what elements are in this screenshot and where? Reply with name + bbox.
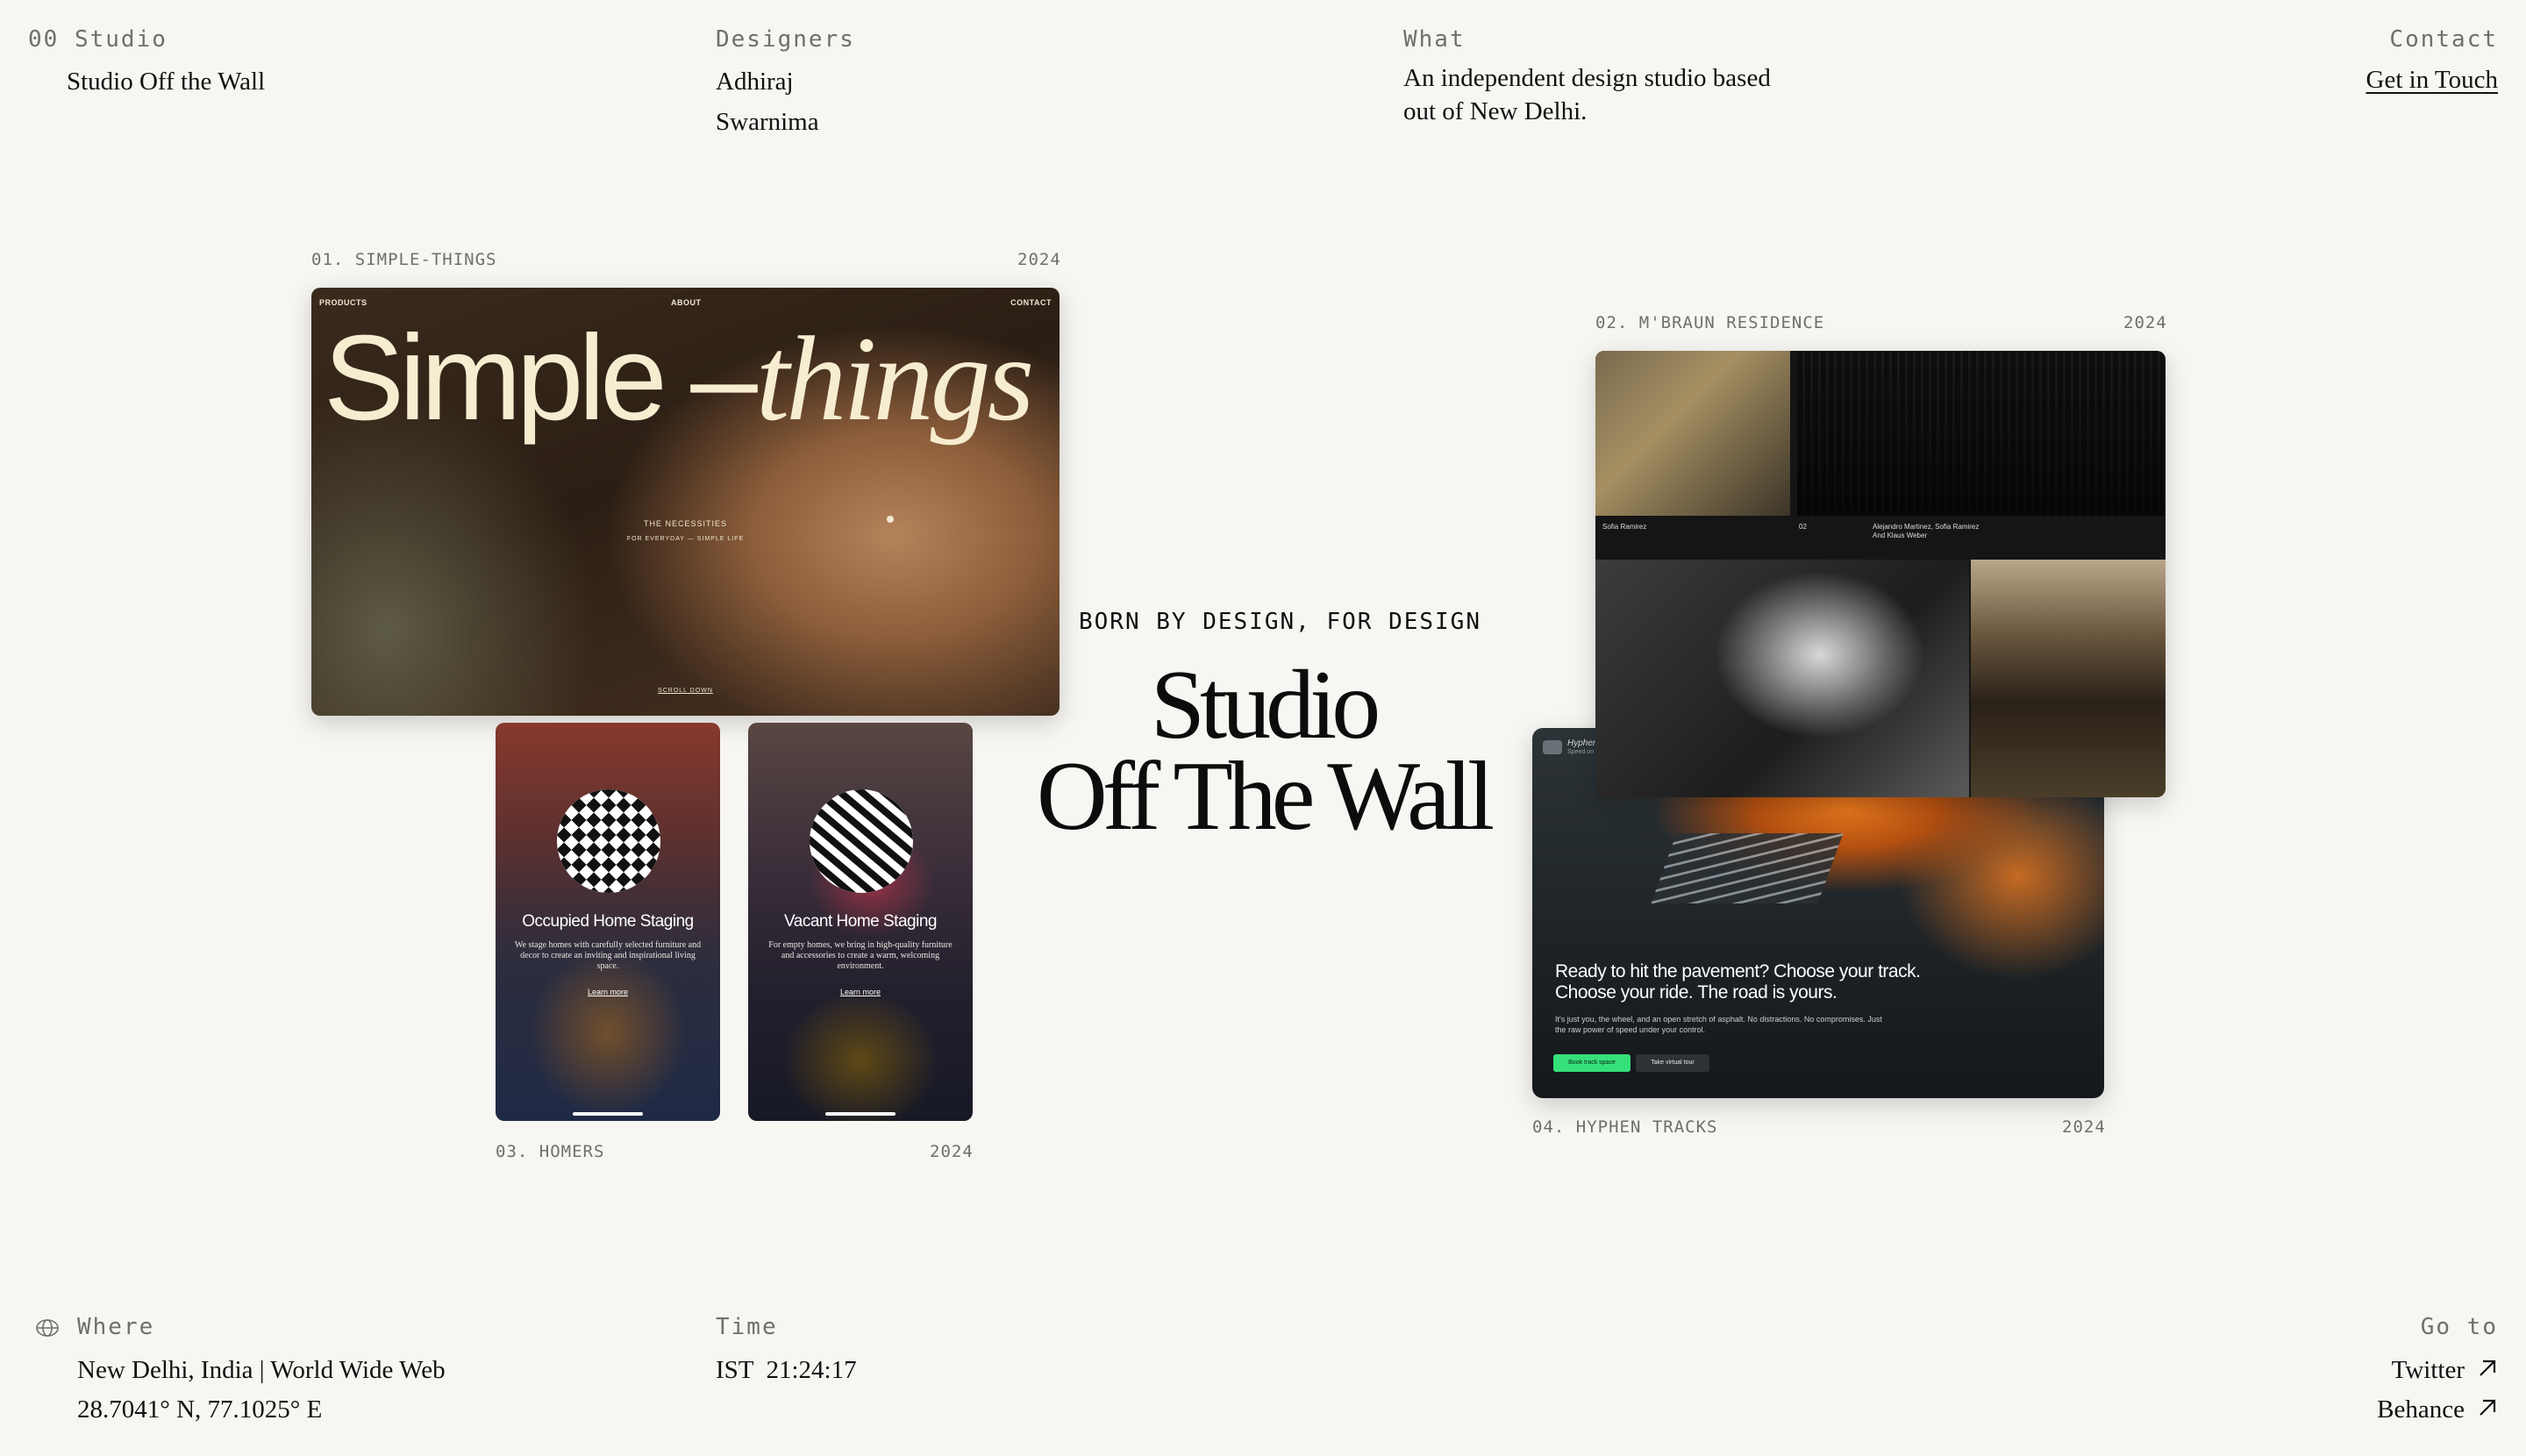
brand-name: Hyphen [1567, 739, 1598, 748]
arrow-up-right-icon [2477, 1397, 2498, 1423]
car-vent-detail [1651, 833, 1844, 903]
photo-hallway [1595, 351, 1790, 516]
where-line-1: New Delhi, India | World Wide Web [77, 1356, 446, 1384]
designer-name: Adhiraj [716, 68, 794, 96]
credit: And Klaus Weber [1873, 532, 1928, 539]
title-simple: Simple – [324, 310, 758, 446]
home-indicator [573, 1112, 643, 1116]
tag-line: FOR EVERYDAY — SIMPLE LIFE [626, 536, 745, 542]
project-year: 2024 [930, 1142, 974, 1161]
designers-label: Designers [716, 26, 855, 53]
title-things: things [755, 311, 1034, 446]
contact-label: Contact [2389, 26, 2498, 53]
where-label: Where [77, 1314, 155, 1340]
project-card-mbraun-residence[interactable]: Sofia Ramirez 02 Alejandro Martinez, Sof… [1595, 351, 2166, 797]
learn-more-link: Learn more [839, 988, 881, 996]
twitter-link-label: Twitter [2391, 1356, 2465, 1384]
time-value: IST 21:24:17 [716, 1356, 857, 1384]
hero-title-line-2: Off The Wall [1036, 742, 1495, 851]
project-caption: 02. M'BRAUN RESIDENCE [1595, 313, 1825, 332]
project-caption: 04. HYPHEN TRACKS [1532, 1117, 1718, 1137]
hyphen-headline: Ready to hit the pavement? Choose your t… [1555, 961, 1921, 1003]
tagline: BORN BY DESIGN, FOR DESIGN [1079, 609, 1481, 635]
nav-item: CONTACT [1010, 298, 1052, 307]
arrow-up-right-icon [2477, 1358, 2498, 1383]
scroll-down-link: SCROLL DOWN [658, 688, 713, 694]
credit: 02 [1799, 523, 1807, 531]
studio-label: 00 Studio [28, 26, 168, 53]
hyphen-subtext: It's just you, the wheel, and an open st… [1555, 1015, 1882, 1034]
nav-item: ABOUT [671, 298, 702, 307]
phone-description: We stage homes with carefully selected f… [514, 940, 702, 971]
home-indicator [825, 1112, 896, 1116]
what-line-2: out of New Delhi. [1403, 97, 1588, 125]
goto-label: Go to [2420, 1314, 2498, 1340]
photo-living-room [1595, 560, 1969, 797]
project-card-homers-occupied[interactable]: Occupied Home Staging We stage homes wit… [496, 723, 720, 1121]
nav-item: PRODUCTS [319, 298, 367, 307]
book-track-button: Book track space [1553, 1054, 1630, 1072]
project-caption: 01. SIMPLE-THINGS [311, 250, 497, 269]
credit: Sofia Ramirez [1602, 523, 1647, 531]
project-card-homers-vacant[interactable]: Vacant Home Staging For empty homes, we … [748, 723, 973, 1121]
hyphen-logo-icon [1543, 740, 1562, 754]
behance-link[interactable]: Behance [2377, 1389, 2498, 1430]
photo-railing [1797, 351, 2166, 516]
hero-title: Studio Off The Wall [1035, 651, 1495, 851]
cursor-dot [887, 516, 894, 523]
project-card-simple-things[interactable]: PRODUCTS ABOUT CONTACT Simple – things T… [311, 288, 1060, 716]
checker-logo-icon [557, 789, 660, 893]
learn-more-link: Learn more [587, 988, 629, 996]
project-year: 2024 [2062, 1117, 2106, 1137]
globe-icon [35, 1316, 60, 1340]
tag-line: THE NECESSITIES [643, 519, 727, 528]
designer-name: Swarnima [716, 108, 819, 136]
stripes-logo-icon [810, 789, 913, 893]
project-caption: 03. HOMERS [496, 1142, 605, 1161]
what-label: What [1403, 26, 1466, 53]
get-in-touch-link[interactable]: Get in Touch [2366, 60, 2498, 100]
phone-title: Occupied Home Staging [522, 912, 694, 931]
hero-title: Simple – things [324, 309, 1034, 448]
project-year: 2024 [1017, 250, 1061, 269]
virtual-tour-button: Take virtual tour [1636, 1054, 1709, 1072]
brand-sub: Speed on [1567, 749, 1594, 755]
photo-interior [1971, 560, 2166, 797]
hero-title-line-1: Studio [1150, 651, 1381, 760]
phone-description: For empty homes, we bring in high-qualit… [768, 940, 953, 971]
credit: Alejandro Martinez, Sofia Ramirez [1873, 523, 1980, 531]
behance-link-label: Behance [2377, 1395, 2465, 1424]
twitter-link[interactable]: Twitter [2392, 1350, 2498, 1390]
where-coordinates: 28.7041° N, 77.1025° E [77, 1395, 323, 1424]
studio-name: Studio Off the Wall [67, 68, 266, 96]
time-label: Time [716, 1314, 778, 1340]
phone-title: Vacant Home Staging [784, 912, 937, 931]
what-line-1: An independent design studio based [1403, 64, 1771, 92]
project-year: 2024 [2123, 313, 2167, 332]
